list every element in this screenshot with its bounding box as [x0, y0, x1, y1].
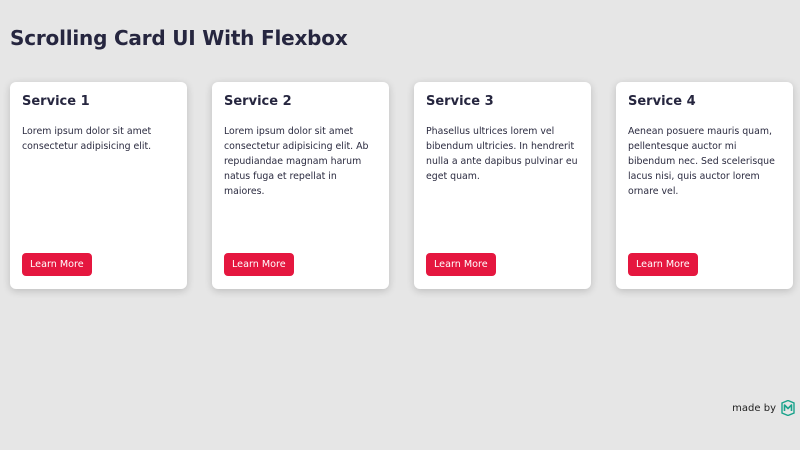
page-title: Scrolling Card UI With Flexbox	[10, 26, 348, 50]
card-list: Service 1 Lorem ipsum dolor sit amet con…	[10, 82, 793, 289]
card-title: Service 4	[628, 94, 696, 109]
card-title: Service 2	[224, 94, 292, 109]
made-by-label: made by	[732, 402, 776, 414]
card-title: Service 1	[22, 94, 90, 109]
made-by-link[interactable]: made by	[732, 400, 796, 416]
card-text: Lorem ipsum dolor sit amet consectetur a…	[224, 126, 369, 197]
learn-more-button[interactable]: Learn More	[628, 253, 698, 276]
m-logo-icon	[780, 400, 796, 416]
learn-more-button[interactable]: Learn More	[224, 253, 294, 276]
card-text: Lorem ipsum dolor sit amet consectetur a…	[22, 126, 152, 152]
card-title: Service 3	[426, 94, 494, 109]
card-text: Phasellus ultrices lorem vel bibendum ul…	[426, 126, 578, 182]
service-card: Service 4 Aenean posuere mauris quam, pe…	[616, 82, 793, 289]
service-card: Service 2 Lorem ipsum dolor sit amet con…	[212, 82, 389, 289]
learn-more-button[interactable]: Learn More	[426, 253, 496, 276]
service-card: Service 3 Phasellus ultrices lorem vel b…	[414, 82, 591, 289]
learn-more-button[interactable]: Learn More	[22, 253, 92, 276]
service-card: Service 1 Lorem ipsum dolor sit amet con…	[10, 82, 187, 289]
card-text: Aenean posuere mauris quam, pellentesque…	[628, 126, 775, 197]
